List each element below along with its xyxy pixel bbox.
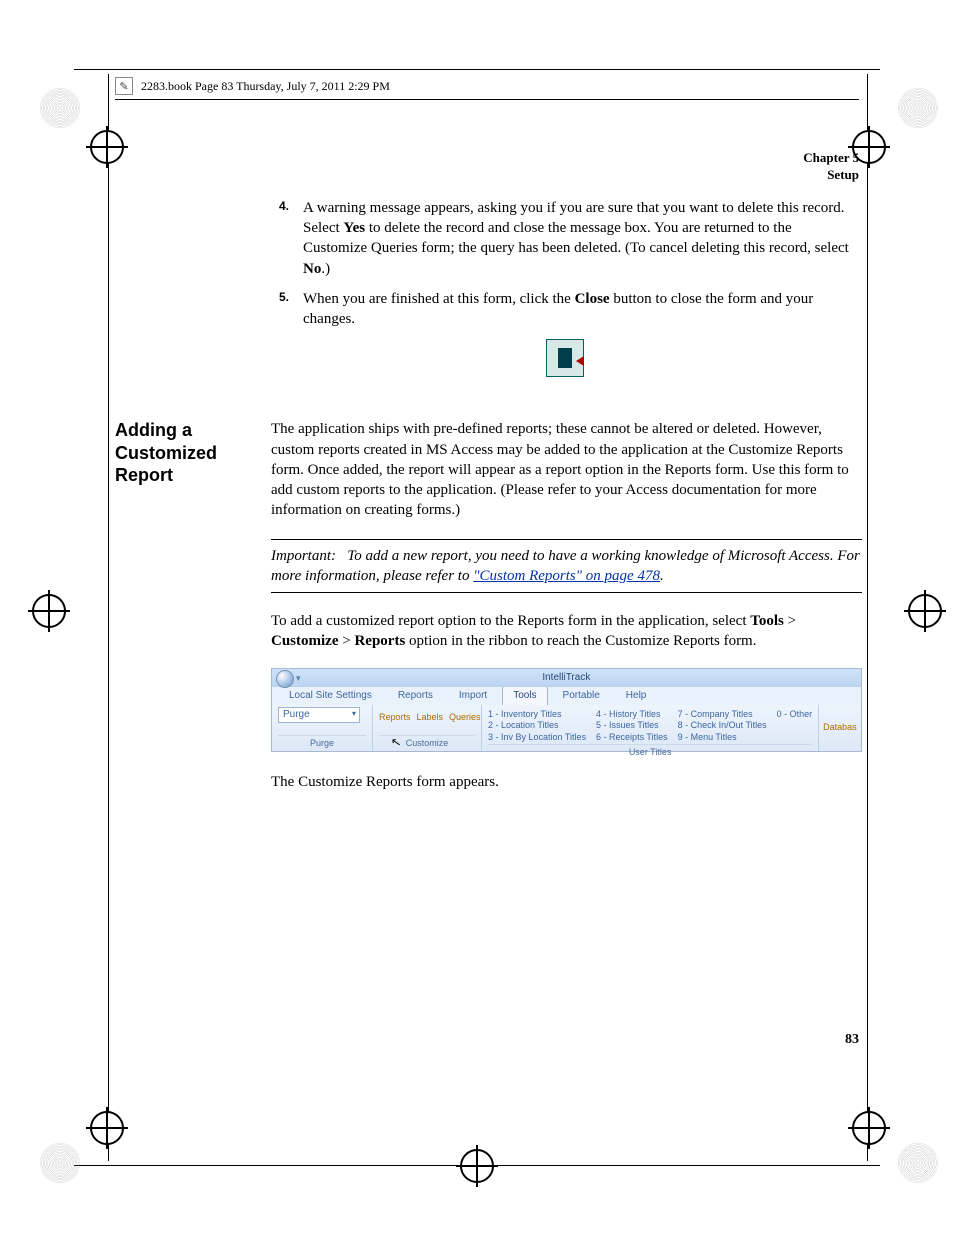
custom-reports-link[interactable]: "Custom Reports" on page 478	[473, 568, 660, 584]
nav-paragraph: To add a customized report option to the…	[271, 611, 862, 652]
registration-circle	[40, 1143, 80, 1183]
title-link[interactable]: 6 - Receipts Titles	[596, 732, 668, 744]
title-link[interactable]: 1 - Inventory Titles	[488, 709, 586, 721]
section-title: Adding a Customized Report	[115, 419, 245, 487]
ribbon-screenshot: ▾ IntelliTrack Local Site Settings Repor…	[271, 668, 862, 752]
title-link[interactable]: 5 - Issues Titles	[596, 720, 668, 732]
database-label[interactable]: Databas	[823, 721, 857, 733]
step-list: 4. A warning message appears, asking you…	[271, 198, 859, 330]
title-link[interactable]: 8 - Check In/Out Titles	[678, 720, 767, 732]
group-label-user-titles: User Titles	[488, 744, 812, 758]
registration-circle	[898, 1143, 938, 1183]
title-link[interactable]: 9 - Menu Titles	[678, 732, 767, 744]
tab-local-site-settings[interactable]: Local Site Settings	[278, 686, 383, 705]
important-label: Important:	[271, 548, 336, 564]
crop-line-right	[867, 74, 868, 1161]
step-number: 5.	[271, 289, 289, 330]
title-link[interactable]: 0 - Other	[777, 709, 813, 721]
tab-tools[interactable]: Tools	[502, 686, 547, 705]
title-link[interactable]: 4 - History Titles	[596, 709, 668, 721]
customize-labels-button[interactable]: Labels	[417, 711, 444, 723]
registration-circle	[898, 88, 938, 128]
title-link[interactable]	[777, 720, 813, 732]
close-form-icon	[546, 339, 584, 377]
customize-queries-button[interactable]: Queries	[449, 711, 481, 723]
registration-circle	[40, 88, 80, 128]
registration-cross-icon	[32, 594, 66, 628]
tab-portable[interactable]: Portable	[552, 686, 611, 705]
ribbon-group-database: Databas	[819, 705, 861, 751]
step-text: When you are finished at this form, clic…	[303, 289, 859, 330]
ribbon-tabstrip: Local Site Settings Reports Import Tools…	[272, 687, 861, 705]
crop-line-left	[108, 74, 109, 1161]
chapter-number: Chapter 5	[115, 150, 859, 167]
ribbon-body: Purge Purge Reports Labels Queries Custo…	[272, 705, 861, 751]
title-link[interactable]: 3 - Inv By Location Titles	[488, 732, 586, 744]
ribbon-titlebar: ▾ IntelliTrack	[272, 669, 861, 687]
title-link[interactable]: 2 - Location Titles	[488, 720, 586, 732]
chapter-heading: Chapter 5 Setup	[115, 150, 859, 184]
title-link[interactable]: 7 - Company Titles	[678, 709, 767, 721]
tab-help[interactable]: Help	[615, 686, 658, 705]
book-icon: ✎	[115, 77, 133, 95]
app-title: IntelliTrack	[542, 671, 590, 685]
page-number: 83	[845, 1032, 859, 1048]
book-header: ✎ 2283.book Page 83 Thursday, July 7, 20…	[115, 77, 859, 100]
after-ribbon-text: The Customize Reports form appears.	[271, 772, 862, 792]
section-paragraph: The application ships with pre-defined r…	[271, 419, 862, 520]
book-header-text: 2283.book Page 83 Thursday, July 7, 2011…	[141, 79, 390, 94]
step-item: 4. A warning message appears, asking you…	[271, 198, 859, 279]
ribbon-group-user-titles: 1 - Inventory Titles 4 - History Titles …	[482, 705, 819, 751]
office-orb-icon[interactable]	[276, 670, 294, 688]
chapter-title: Setup	[115, 167, 859, 184]
tab-reports[interactable]: Reports	[387, 686, 444, 705]
step-text: A warning message appears, asking you if…	[303, 198, 859, 279]
ribbon-group-purge: Purge Purge	[272, 705, 373, 751]
step-item: 5. When you are finished at this form, c…	[271, 289, 859, 330]
title-link[interactable]	[777, 732, 813, 744]
tab-import[interactable]: Import	[448, 686, 498, 705]
registration-cross-icon	[908, 594, 942, 628]
qat-dropdown-icon[interactable]: ▾	[296, 672, 301, 684]
crop-line-top	[74, 69, 880, 70]
purge-dropdown[interactable]: Purge	[278, 707, 360, 723]
step-number: 4.	[271, 198, 289, 279]
ribbon-group-customize: Reports Labels Queries Customize ↖	[373, 705, 482, 751]
page-content: ✎ 2283.book Page 83 Thursday, July 7, 20…	[115, 77, 859, 1158]
important-note: Important: To add a new report, you need…	[271, 539, 862, 594]
customize-reports-button[interactable]: Reports	[379, 711, 411, 723]
group-label-purge: Purge	[278, 735, 366, 749]
